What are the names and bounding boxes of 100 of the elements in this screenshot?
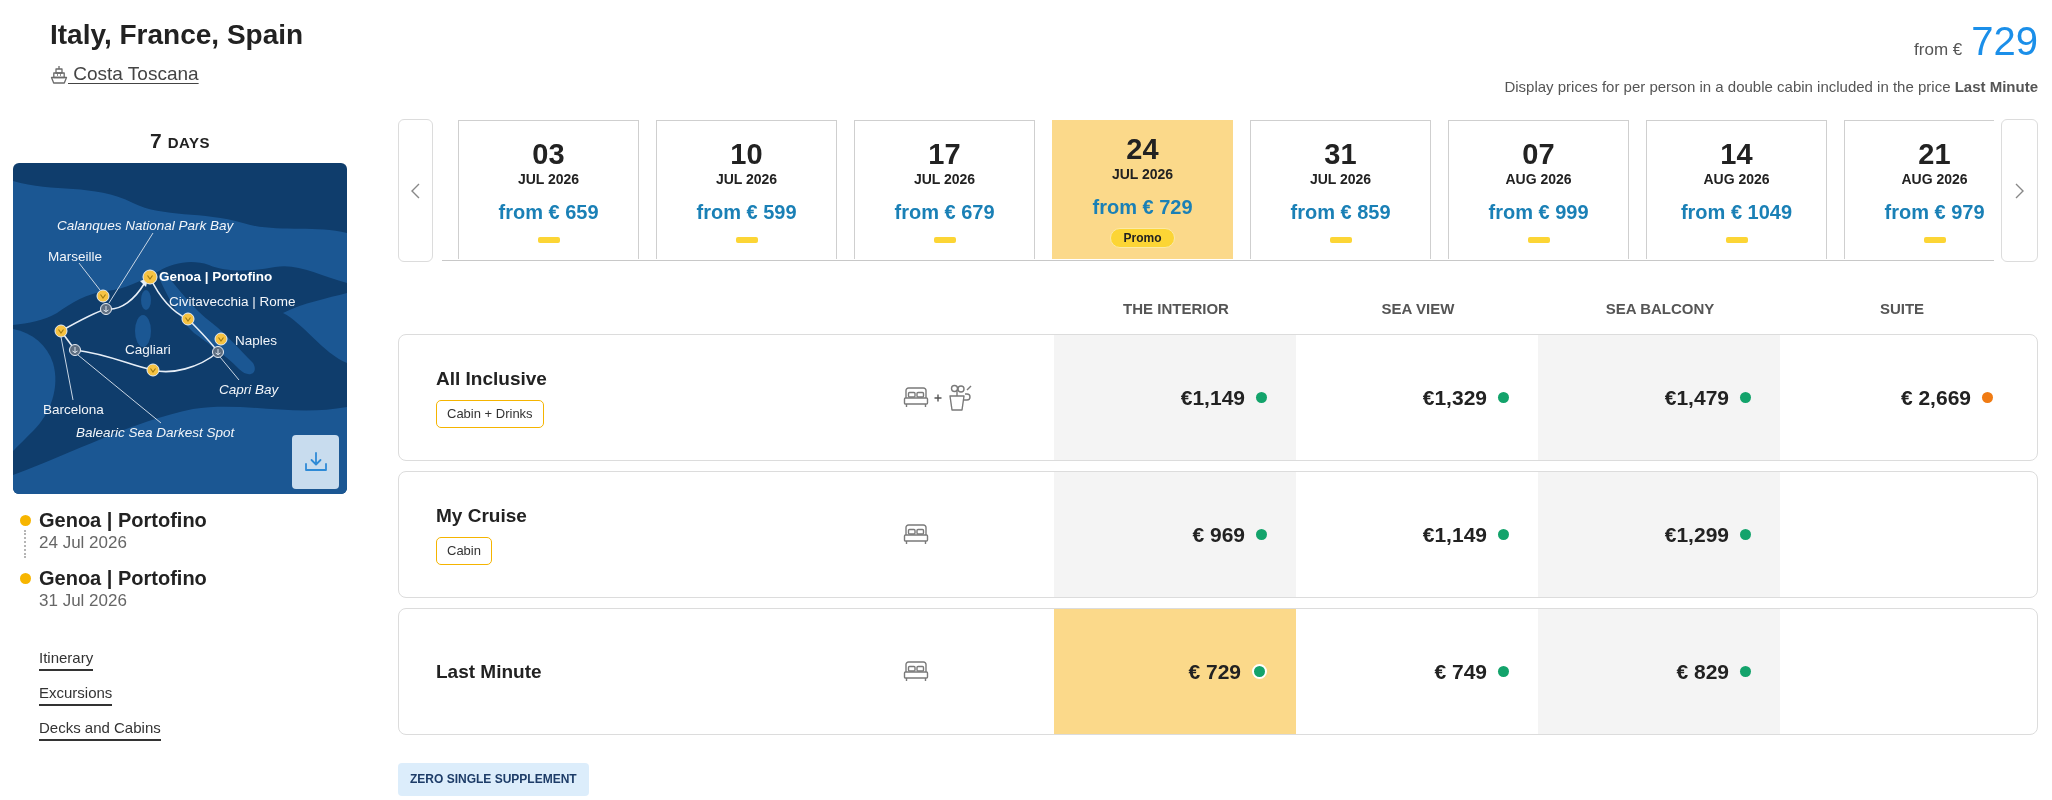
date-card[interactable]: 14 AUG 2026 from € 1049 bbox=[1646, 120, 1827, 259]
port-marker-icon bbox=[96, 289, 110, 303]
price-cell[interactable]: € 829 bbox=[1538, 609, 1780, 734]
dash-icon bbox=[1725, 236, 1748, 243]
port-marker-icon bbox=[181, 312, 195, 326]
date-card[interactable]: 21 AUG 2026 from € 979 bbox=[1844, 120, 1994, 259]
cabin-price: € 969 bbox=[1192, 522, 1245, 547]
cabin-price: € 2,669 bbox=[1900, 385, 1971, 410]
promo-badge: Promo bbox=[1110, 227, 1175, 248]
scenic-marker-icon bbox=[212, 346, 224, 358]
port-name: Genoa | Portofino bbox=[39, 566, 208, 590]
download-button[interactable] bbox=[292, 435, 339, 489]
leader-line bbox=[108, 232, 154, 304]
date-day: 31 bbox=[1324, 137, 1357, 170]
duration-unit: DAYS bbox=[167, 133, 210, 153]
price-cell[interactable]: €1,479 bbox=[1538, 335, 1780, 460]
date-month: JUL 2026 bbox=[517, 169, 580, 188]
port-date: 24 Jul 2026 bbox=[39, 532, 128, 554]
date-price: from € 599 bbox=[696, 199, 797, 225]
dash-icon bbox=[1923, 236, 1946, 243]
fare-tag: Cabin bbox=[436, 537, 492, 565]
price-cell[interactable]: € 969 bbox=[1054, 472, 1296, 597]
price-cell[interactable]: € 729 bbox=[1054, 609, 1296, 734]
date-price: from € 1049 bbox=[1680, 199, 1793, 225]
map-label: Balearic Sea Darkest Spot bbox=[76, 425, 235, 440]
fare-name: All Inclusive bbox=[436, 367, 547, 391]
date-month: JUL 2026 bbox=[1309, 169, 1372, 188]
cabin-price: €1,149 bbox=[1422, 522, 1487, 547]
date-card[interactable]: 31 JUL 2026 from € 859 bbox=[1250, 120, 1431, 259]
leader-line bbox=[219, 356, 240, 381]
map-label: Civitavecchia | Rome bbox=[169, 294, 296, 309]
scenic-marker-icon bbox=[69, 344, 81, 356]
map-label: Cagliari bbox=[125, 342, 171, 357]
dash-icon bbox=[1329, 236, 1352, 243]
bed-icon bbox=[903, 661, 929, 682]
column-header: THE INTERIOR bbox=[1122, 299, 1230, 319]
ship-icon bbox=[50, 64, 68, 84]
date-day: 17 bbox=[928, 137, 961, 170]
chevron-right-icon bbox=[2015, 182, 2024, 199]
cabin-price: €1,149 bbox=[1180, 385, 1245, 410]
date-card[interactable]: 24 JUL 2026 from € 729 Promo bbox=[1052, 120, 1233, 259]
cabin-price: €1,479 bbox=[1664, 385, 1729, 410]
map-label: Marseille bbox=[48, 249, 102, 264]
chevron-left-icon bbox=[411, 182, 420, 199]
map-label: Barcelona bbox=[43, 402, 104, 417]
lowest-price: 729 bbox=[1971, 18, 2038, 64]
map-label: Naples bbox=[235, 333, 278, 348]
date-day: 07 bbox=[1522, 137, 1555, 170]
date-price: from € 679 bbox=[894, 199, 995, 225]
date-month: JUL 2026 bbox=[1111, 164, 1174, 183]
fare-name: My Cruise bbox=[436, 504, 527, 528]
section-link[interactable]: Decks and Cabins bbox=[39, 718, 161, 741]
price-note: Display prices for per person in a double cabin included in the price Last Minute bbox=[1504, 78, 2038, 96]
cabin-price: €1,299 bbox=[1664, 522, 1729, 547]
date-day: 14 bbox=[1720, 137, 1753, 170]
stop-dot-icon bbox=[19, 515, 31, 526]
column-header: SEA BALCONY bbox=[1604, 299, 1716, 319]
dash-icon bbox=[1527, 236, 1550, 243]
price-prefix: from € bbox=[1914, 39, 1963, 61]
cabin-price: €1,329 bbox=[1422, 385, 1487, 410]
fare-tag: Cabin + Drinks bbox=[436, 400, 544, 428]
section-link[interactable]: Excursions bbox=[39, 683, 113, 706]
date-day: 24 bbox=[1126, 132, 1159, 165]
date-month: AUG 2026 bbox=[1505, 169, 1572, 188]
port-marker-icon bbox=[54, 324, 68, 338]
port-marker-icon bbox=[214, 332, 228, 346]
bed-icon bbox=[903, 524, 929, 545]
port-marker-icon bbox=[146, 363, 160, 377]
ship-link[interactable]: Costa Toscana bbox=[50, 62, 199, 86]
dotted-connector-line bbox=[24, 530, 26, 558]
date-month: AUG 2026 bbox=[1703, 169, 1770, 188]
date-price: from € 659 bbox=[498, 199, 599, 225]
date-month: AUG 2026 bbox=[1901, 169, 1968, 188]
price-cell[interactable]: €1,329 bbox=[1296, 335, 1538, 460]
date-card[interactable]: 03 JUL 2026 from € 659 bbox=[458, 120, 639, 259]
duration-number: 7 bbox=[150, 130, 162, 152]
date-month: JUL 2026 bbox=[715, 169, 778, 188]
price-cell[interactable]: € 2,669 bbox=[1780, 335, 2022, 460]
leader-line bbox=[60, 336, 74, 401]
next-button[interactable] bbox=[2001, 119, 2038, 262]
column-header: SEA VIEW bbox=[1380, 299, 1456, 319]
map-label: Capri Bay bbox=[219, 382, 279, 397]
date-card[interactable]: 07 AUG 2026 from € 999 bbox=[1448, 120, 1629, 259]
cabin-price: € 749 bbox=[1434, 659, 1487, 684]
section-link[interactable]: Itinerary bbox=[39, 648, 94, 671]
price-cell[interactable]: €1,299 bbox=[1538, 472, 1780, 597]
price-cell[interactable]: €1,149 bbox=[1054, 335, 1296, 460]
column-header: SUITE bbox=[1878, 299, 1926, 319]
download-icon bbox=[304, 452, 327, 472]
price-cell[interactable]: € 749 bbox=[1296, 609, 1538, 734]
date-card[interactable]: 10 JUL 2026 from € 599 bbox=[656, 120, 837, 259]
bed-icon bbox=[903, 387, 929, 408]
previous-button[interactable] bbox=[398, 119, 433, 262]
supplement-badge: ZERO SINGLE SUPPLEMENT bbox=[398, 763, 589, 796]
date-month: JUL 2026 bbox=[913, 169, 976, 188]
port-name: Genoa | Portofino bbox=[39, 508, 208, 532]
price-cell[interactable]: €1,149 bbox=[1296, 472, 1538, 597]
date-price: from € 729 bbox=[1092, 194, 1193, 220]
plus-icon bbox=[934, 393, 942, 402]
date-card[interactable]: 17 JUL 2026 from € 679 bbox=[854, 120, 1035, 259]
